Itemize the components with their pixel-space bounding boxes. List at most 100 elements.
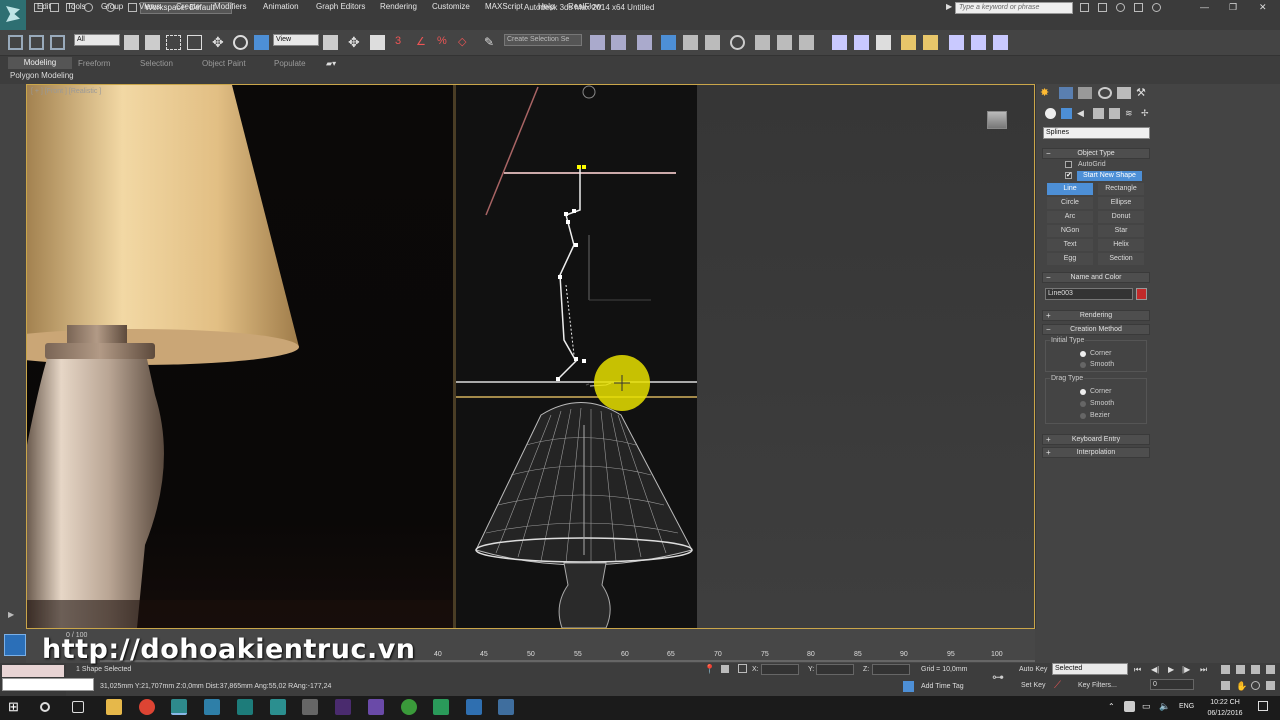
after-effects-icon[interactable]	[335, 699, 351, 715]
menu-customize[interactable]: Customize	[432, 2, 470, 11]
pan-icon[interactable]: ✋	[1236, 681, 1247, 691]
previous-frame-icon[interactable]: ◀|	[1151, 665, 1160, 674]
help-search-input[interactable]: Type a keyword or phrase	[955, 2, 1073, 14]
mirror-icon[interactable]	[590, 35, 605, 50]
donut-button[interactable]: Donut	[1098, 211, 1144, 223]
rendered-frame-window-icon[interactable]	[777, 35, 792, 50]
scale-icon[interactable]	[254, 35, 269, 50]
add-time-tag-button[interactable]: Add Time Tag	[921, 683, 964, 690]
reference-coordinate-dropdown[interactable]: View	[273, 34, 319, 46]
ribbon-tab-populate[interactable]: Populate	[274, 59, 306, 68]
go-to-end-icon[interactable]: ⏭	[1200, 665, 1209, 674]
geometry-icon[interactable]	[1045, 108, 1056, 119]
app-taskbar-icon-3[interactable]	[270, 699, 286, 715]
select-by-name-icon[interactable]	[145, 35, 160, 50]
arc-button[interactable]: Arc	[1047, 211, 1093, 223]
time-tag-icon[interactable]	[903, 681, 914, 692]
start-new-shape-button[interactable]: Start New Shape	[1077, 171, 1142, 181]
window-crossing-icon[interactable]	[187, 35, 202, 50]
edit-named-selection-icon[interactable]: ✎	[484, 35, 499, 50]
egg-button[interactable]: Egg	[1047, 253, 1093, 265]
ellipse-button[interactable]: Ellipse	[1098, 197, 1144, 209]
communication-center-icon[interactable]	[1116, 3, 1125, 12]
app-taskbar-icon-5[interactable]	[401, 699, 417, 715]
chrome-icon[interactable]	[139, 699, 155, 715]
maxscript-output-field[interactable]	[2, 665, 64, 677]
menu-animation[interactable]: Animation	[263, 2, 299, 11]
rectangular-selection-icon[interactable]	[166, 35, 181, 50]
modify-tab-icon[interactable]	[1059, 87, 1073, 99]
open-file-icon[interactable]	[50, 3, 59, 12]
plugin-tool-6-icon[interactable]	[949, 35, 964, 50]
lock-selection-icon[interactable]	[721, 665, 729, 673]
zoom-icon[interactable]	[1221, 665, 1230, 674]
app-taskbar-icon-7[interactable]	[466, 699, 482, 715]
menu-realflow[interactable]: RealFlow	[568, 2, 601, 11]
search-arrow-icon[interactable]: ▶	[946, 2, 955, 11]
move-icon[interactable]: ✥	[212, 35, 227, 50]
task-view-icon[interactable]	[72, 701, 84, 713]
help-icon[interactable]	[1152, 3, 1161, 12]
render-production-icon[interactable]	[799, 35, 814, 50]
initial-smooth-radio[interactable]	[1080, 362, 1086, 368]
x-coordinate-field[interactable]	[761, 664, 799, 675]
app-taskbar-icon-1[interactable]	[204, 699, 220, 715]
plugin-tool-7-icon[interactable]	[971, 35, 986, 50]
close-icon[interactable]: ✕	[1259, 2, 1267, 13]
plugin-tool-4-icon[interactable]	[901, 35, 916, 50]
absolute-mode-icon[interactable]	[738, 664, 747, 673]
star-button[interactable]: Star	[1098, 225, 1144, 237]
autogrid-checkbox[interactable]	[1065, 161, 1072, 168]
menu-help[interactable]: Help	[538, 2, 554, 11]
menu-rendering[interactable]: Rendering	[380, 2, 417, 11]
object-type-rollout[interactable]: − Object Type	[1042, 148, 1150, 159]
file-explorer-icon[interactable]	[106, 699, 122, 715]
circle-button[interactable]: Circle	[1047, 197, 1093, 209]
app-taskbar-icon-8[interactable]	[498, 699, 514, 715]
tray-up-arrow-icon[interactable]: ⌃	[1108, 702, 1115, 711]
time-slider-icon[interactable]	[4, 634, 26, 656]
start-new-shape-checkbox[interactable]: ✔	[1065, 172, 1072, 179]
app-taskbar-icon-2[interactable]	[237, 699, 253, 715]
align-icon[interactable]	[611, 35, 626, 50]
motion-tab-icon[interactable]	[1098, 87, 1112, 99]
select-and-link-icon[interactable]	[8, 35, 23, 50]
plugin-tool-3-icon[interactable]	[876, 35, 891, 50]
plugin-tool-5-icon[interactable]	[923, 35, 938, 50]
selection-filter-dropdown[interactable]: All	[74, 34, 120, 46]
tray-app-icon[interactable]	[1124, 701, 1135, 712]
named-selection-dropdown[interactable]: Create Selection Se	[504, 34, 582, 46]
select-manipulate-icon[interactable]: ✥	[348, 35, 363, 50]
set-key-icon[interactable]: ⟋	[1054, 680, 1061, 691]
plugin-tool-2-icon[interactable]	[854, 35, 869, 50]
set-key-button[interactable]: Set Key	[1021, 682, 1046, 689]
plugin-tool-1-icon[interactable]	[832, 35, 847, 50]
zoom-all-icon[interactable]	[1236, 665, 1245, 674]
rendering-rollout[interactable]: + Rendering	[1042, 310, 1150, 321]
creation-method-rollout[interactable]: − Creation Method	[1042, 324, 1150, 335]
menu-group[interactable]: Group	[101, 2, 123, 11]
menu-edit[interactable]: Edit	[37, 2, 51, 11]
search-icon[interactable]	[40, 702, 50, 712]
select-object-icon[interactable]	[124, 35, 139, 50]
visual-studio-icon[interactable]	[368, 699, 384, 715]
key-mode-icon[interactable]: ⊶	[992, 670, 1004, 684]
spinner-snap-icon[interactable]: ◇	[458, 35, 473, 50]
ngon-button[interactable]: NGon	[1047, 225, 1093, 237]
menu-modifiers[interactable]: Modifiers	[214, 2, 246, 11]
ribbon-tab-freeform[interactable]: Freeform	[78, 59, 110, 68]
next-frame-icon[interactable]: |▶	[1182, 665, 1191, 674]
minimize-icon[interactable]: —	[1200, 2, 1209, 12]
menu-maxscript[interactable]: MAXScript	[485, 2, 523, 11]
project-folder-icon[interactable]	[128, 3, 137, 12]
interpolation-rollout[interactable]: + Interpolation	[1042, 447, 1150, 458]
create-tab-icon[interactable]: ✸	[1040, 87, 1054, 99]
snaps-toggle-icon[interactable]: 3	[395, 35, 410, 50]
text-button[interactable]: Text	[1047, 239, 1093, 251]
object-name-field[interactable]: Line003	[1045, 288, 1133, 300]
field-of-view-icon[interactable]	[1221, 681, 1230, 690]
maximize-icon[interactable]: ❐	[1229, 2, 1237, 13]
layer-explorer-icon[interactable]	[637, 35, 652, 50]
lights-icon[interactable]: ◀	[1077, 108, 1088, 119]
key-filter-dropdown[interactable]: Selected	[1052, 663, 1128, 675]
